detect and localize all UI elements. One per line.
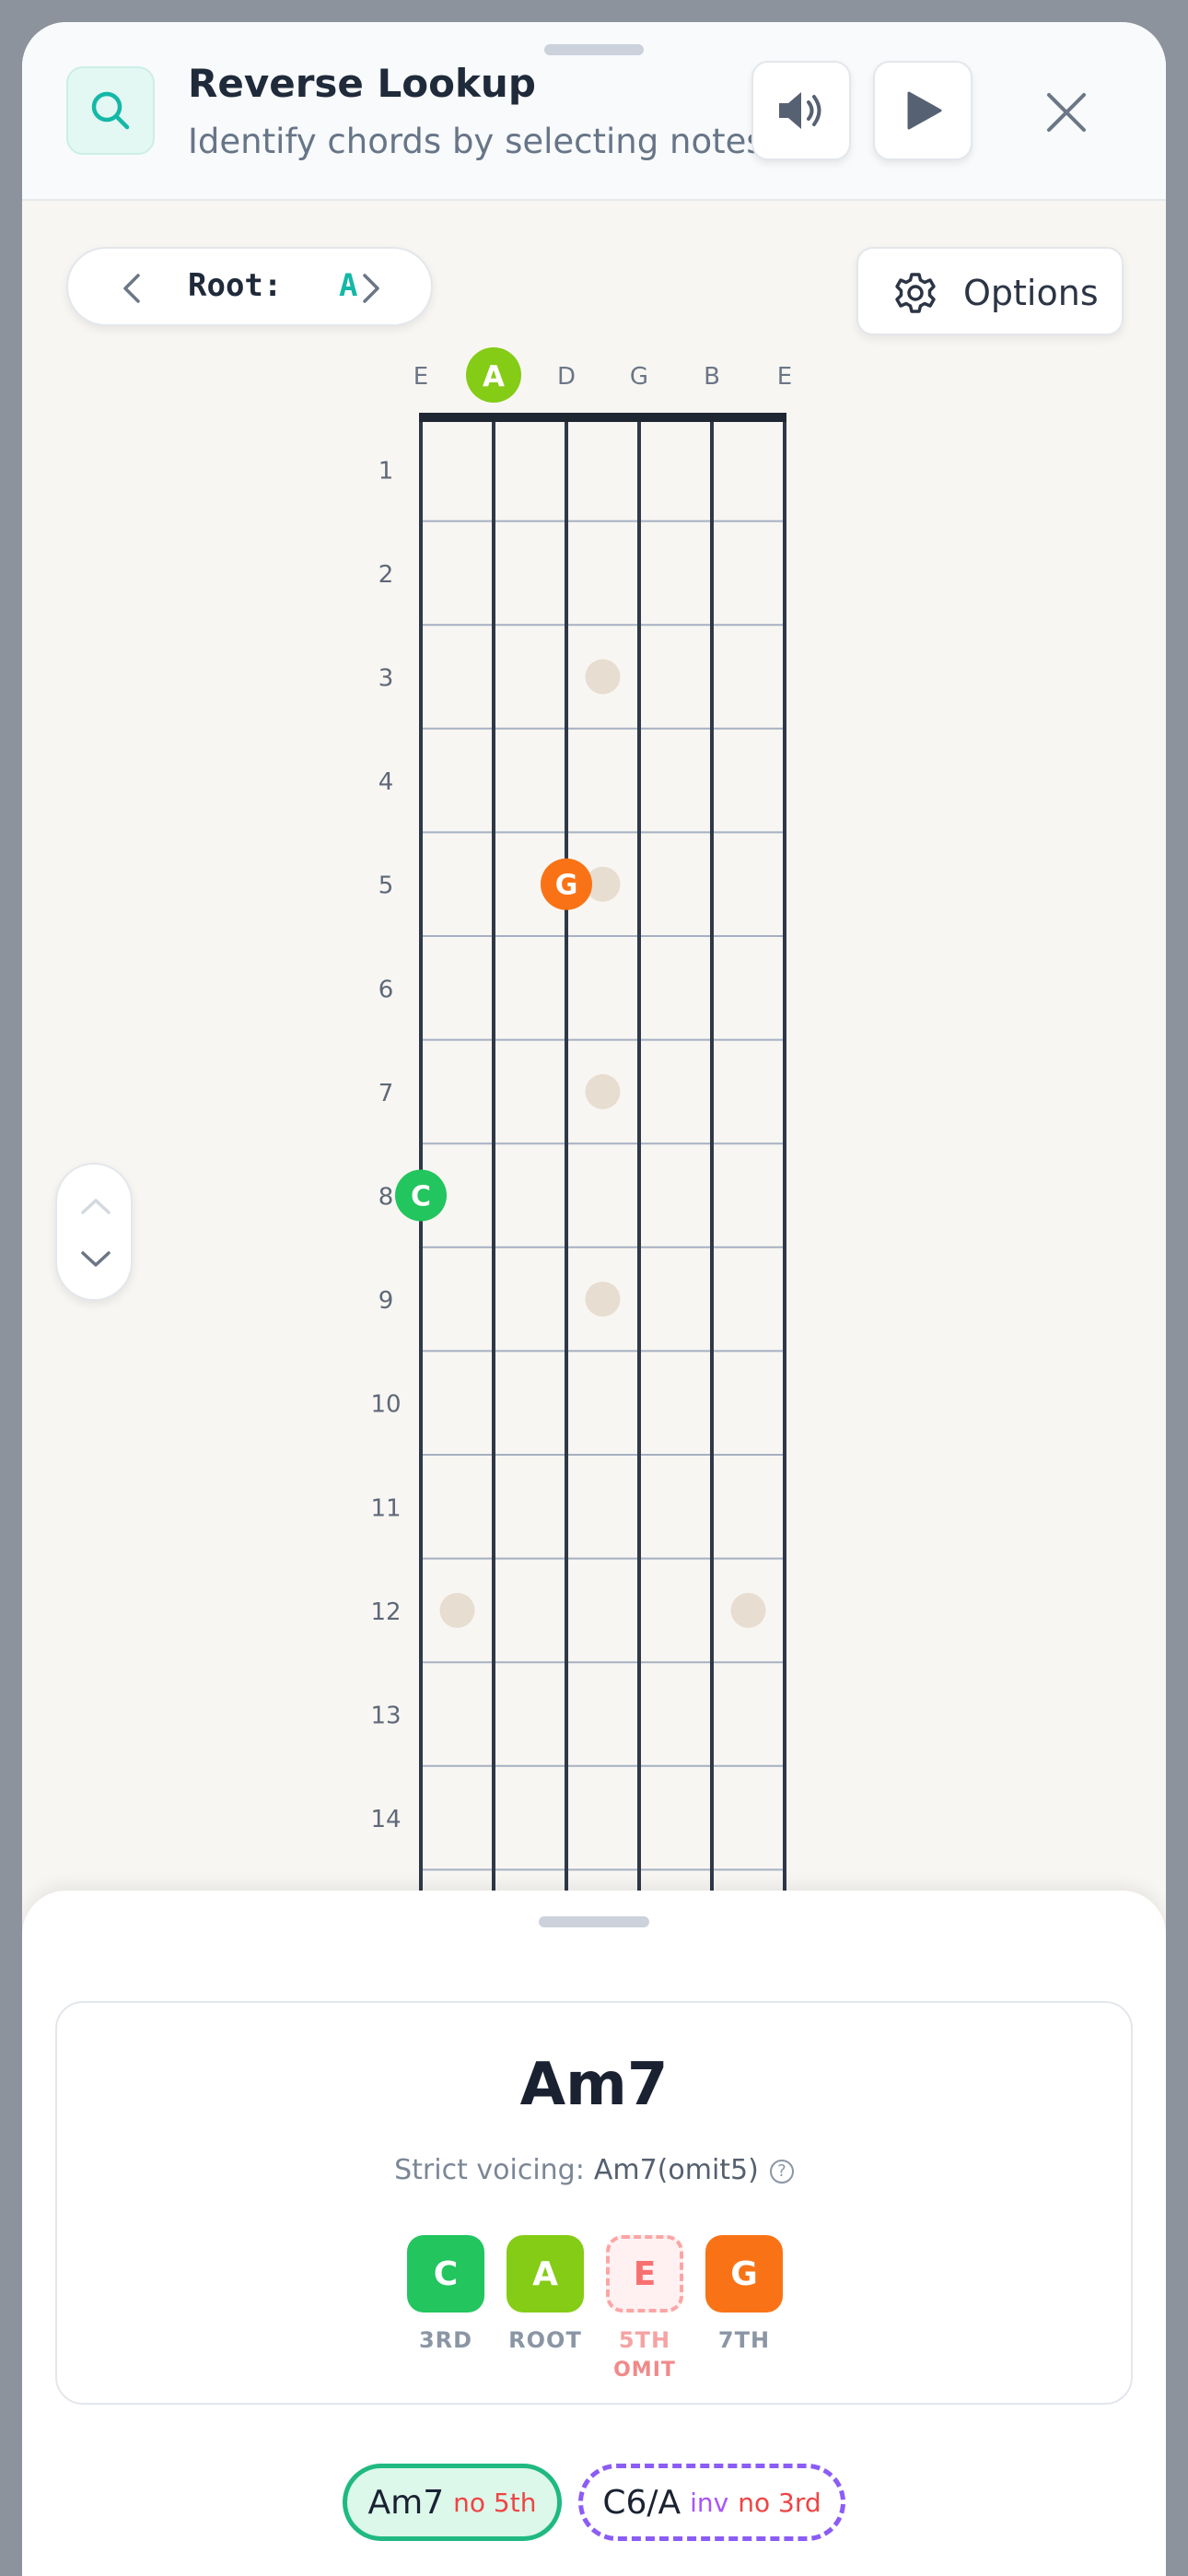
close-icon bbox=[1047, 93, 1086, 132]
fret-inlay bbox=[585, 1282, 621, 1317]
fret-number: 11 bbox=[370, 1494, 401, 1522]
fret-inlay bbox=[585, 659, 621, 695]
omit-label: OMIT bbox=[613, 2359, 676, 2382]
fret-inlay bbox=[730, 1592, 766, 1628]
fret-number: 12 bbox=[370, 1598, 401, 1626]
fret-number: 10 bbox=[370, 1391, 401, 1419]
chord-tone: A bbox=[507, 2235, 584, 2313]
chevron-down-icon[interactable] bbox=[79, 1249, 112, 1270]
results-sheet: Am7 Strict voicing: Am7(omit5)? C 3RD A R… bbox=[22, 1891, 1166, 2576]
chord-tone-label: 5TH bbox=[618, 2327, 671, 2353]
fret-number: 13 bbox=[370, 1703, 401, 1730]
fret-number: 8 bbox=[379, 1184, 394, 1212]
speaker-icon bbox=[779, 92, 821, 129]
header: Reverse Lookup Identify chords by select… bbox=[22, 22, 1166, 201]
alt-chord-tag: no 5th bbox=[453, 2487, 537, 2518]
nut bbox=[419, 413, 786, 422]
root-value: A bbox=[339, 267, 358, 304]
page-subtitle: Identify chords by selecting notes ... bbox=[188, 122, 768, 161]
page-title: Reverse Lookup bbox=[188, 61, 536, 106]
fret-number: 5 bbox=[379, 872, 394, 900]
chord-tone: G bbox=[705, 2235, 783, 2313]
fret-inlay bbox=[439, 1592, 475, 1628]
strict-voicing-label: Strict voicing: bbox=[394, 2154, 585, 2186]
strict-voicing-value: Am7(omit5) bbox=[593, 2154, 759, 2186]
fret-scroll-control bbox=[55, 1163, 133, 1301]
alt-chord-c6a[interactable]: C6/A inv no 3rd bbox=[578, 2464, 845, 2541]
root-label: Root: bbox=[188, 267, 283, 304]
chord-tone-omitted: E bbox=[606, 2235, 683, 2313]
chord-card: Am7 Strict voicing: Am7(omit5)? C 3RD A R… bbox=[55, 2001, 1133, 2405]
help-icon[interactable]: ? bbox=[769, 2160, 794, 2184]
fret-number: 14 bbox=[370, 1806, 401, 1833]
fret-number: 9 bbox=[379, 1287, 394, 1315]
string-label[interactable]: D bbox=[557, 363, 576, 391]
string-label: A bbox=[483, 360, 505, 393]
alt-chord-am7[interactable]: Am7 no 5th bbox=[343, 2464, 562, 2541]
results-grabber[interactable] bbox=[539, 1916, 649, 1927]
chord-tone-label: 7TH bbox=[717, 2327, 771, 2353]
close-button[interactable] bbox=[1039, 85, 1094, 140]
chord-tone-label: ROOT bbox=[508, 2327, 582, 2353]
sound-button[interactable] bbox=[751, 61, 851, 160]
lookup-sheet: Reverse Lookup Identify chords by select… bbox=[22, 22, 1166, 2576]
string-label[interactable]: B bbox=[704, 363, 720, 391]
string-label[interactable]: E bbox=[777, 363, 792, 391]
string-label[interactable]: E bbox=[413, 363, 428, 391]
fretboard[interactable]: EADGBE123456789101112131415GC bbox=[22, 335, 1166, 1902]
selected-note-label: C bbox=[411, 1181, 431, 1213]
root-selector: Root: A bbox=[66, 247, 433, 326]
search-icon bbox=[66, 66, 155, 155]
alt-chord-name: Am7 bbox=[367, 2483, 445, 2522]
gear-icon bbox=[895, 273, 936, 313]
fret-number: 4 bbox=[379, 768, 394, 796]
chevron-left-icon[interactable] bbox=[120, 273, 144, 304]
chevron-right-icon[interactable] bbox=[359, 273, 383, 304]
chevron-up-icon[interactable] bbox=[79, 1196, 112, 1216]
chord-tone-label: 3RD bbox=[418, 2327, 473, 2353]
strict-voicing: Strict voicing: Am7(omit5)? bbox=[57, 2154, 1131, 2186]
sheet-grabber[interactable] bbox=[544, 44, 644, 55]
alt-chord-tag: no 3rd bbox=[738, 2487, 821, 2518]
options-button[interactable]: Options bbox=[856, 247, 1124, 335]
fret-number: 1 bbox=[379, 457, 394, 485]
fret-number: 7 bbox=[379, 1080, 394, 1107]
play-icon bbox=[907, 91, 942, 130]
chord-tone: C bbox=[407, 2235, 484, 2313]
fret-number: 6 bbox=[379, 976, 394, 1003]
play-button[interactable] bbox=[873, 61, 973, 160]
options-label: Options bbox=[963, 273, 1099, 313]
fret-number: 3 bbox=[379, 665, 394, 693]
fret-inlay bbox=[585, 1073, 621, 1109]
fret-number: 2 bbox=[379, 561, 394, 589]
chord-name: Am7 bbox=[519, 2051, 669, 2119]
selected-note-label: G bbox=[555, 870, 578, 902]
string-label[interactable]: G bbox=[630, 363, 648, 391]
alt-chord-tag: inv bbox=[690, 2487, 729, 2518]
alt-chord-name: C6/A bbox=[602, 2483, 681, 2522]
